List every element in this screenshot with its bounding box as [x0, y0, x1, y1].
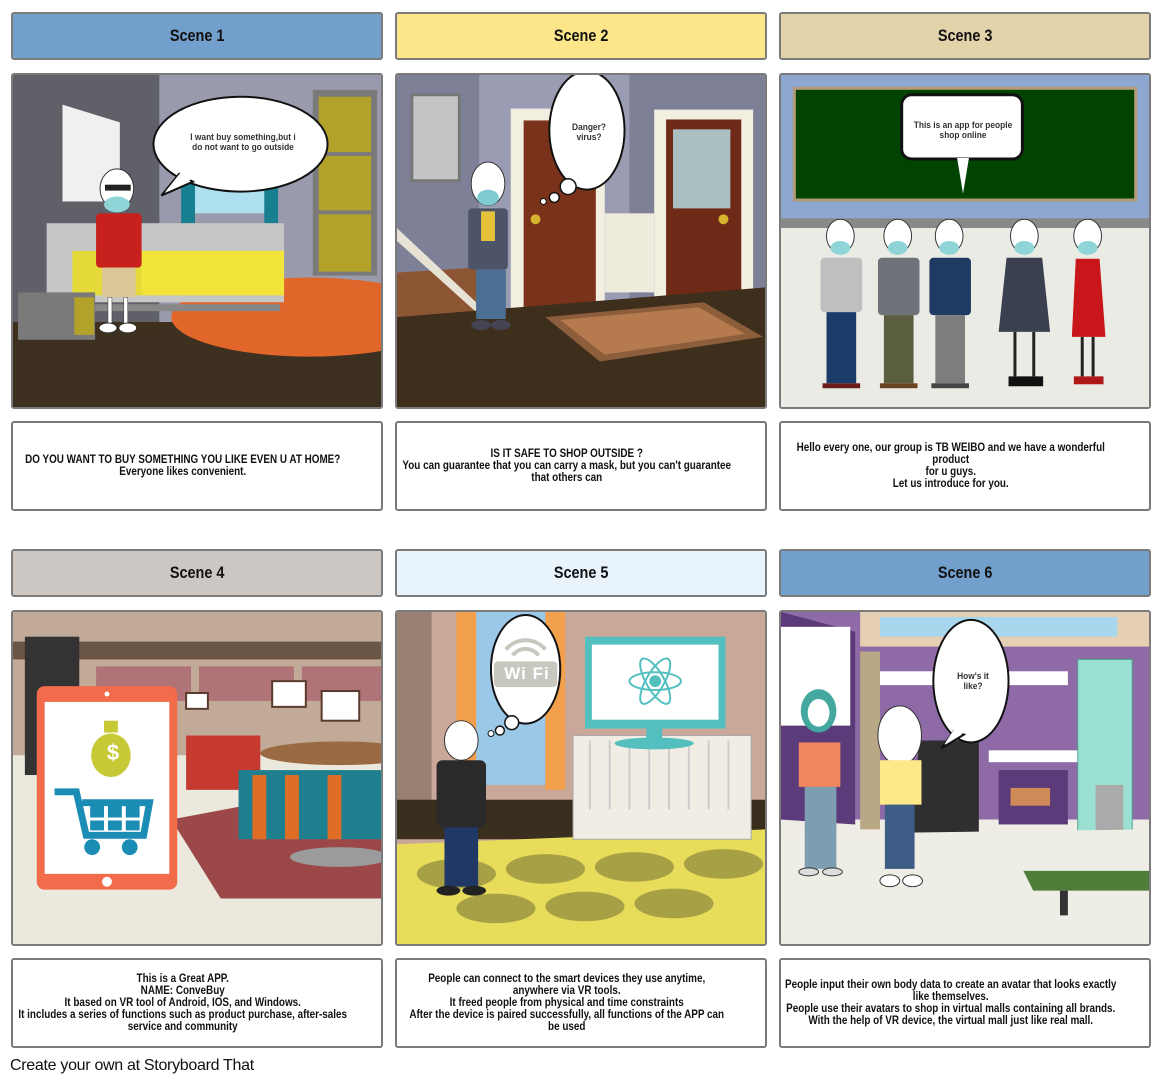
scene-6-title: Scene 6 [937, 563, 993, 582]
scene-5-caption: People can connect to the smart devices … [408, 973, 724, 1033]
wifi-label: Wi Fi [504, 664, 550, 683]
scene-3-caption: Hello every one, our group is TB WEIBO a… [796, 442, 1105, 490]
scene-2-caption-box: IS IT SAFE TO SHOP OUTSIDE ? You can gua… [395, 421, 767, 511]
scene-3-speech-text: This is an app for people shop online [913, 120, 1013, 141]
dollar-sign: $ [106, 740, 120, 765]
scene-6-speech-text: How's it like? [957, 671, 989, 692]
scene-5-header: Scene 5 [395, 549, 767, 597]
scene-3-title: Scene 3 [937, 26, 993, 45]
scene-5-image: Wi Fi [395, 610, 767, 946]
tablet-shopping-app [36, 686, 178, 890]
scene-1-image: I want buy something,but i do not want t… [11, 73, 383, 409]
scene-4-caption: This is a Great APP. NAME: ConveBuy It b… [17, 973, 347, 1033]
scene-5-caption-box: People can connect to the smart devices … [395, 958, 767, 1048]
scene-6-caption: People input their own body data to crea… [784, 979, 1116, 1027]
scene-1-title: Scene 1 [169, 26, 225, 45]
scene-6-header: Scene 6 [779, 549, 1151, 597]
scene-5-title: Scene 5 [553, 563, 609, 582]
scene-1-header: Scene 1 [11, 12, 383, 60]
scene-6-image: How's it like? [779, 610, 1151, 946]
scene-2-image: Danger? virus? [395, 73, 767, 409]
storyboard-that-link[interactable]: Create your own at Storyboard That [10, 1057, 254, 1075]
scene-4-title: Scene 4 [169, 563, 225, 582]
scene-1-caption: DO YOU WANT TO BUY SOMETHING YOU LIKE EV… [24, 454, 340, 478]
scene-2-title: Scene 2 [553, 26, 609, 45]
scene-1-caption-box: DO YOU WANT TO BUY SOMETHING YOU LIKE EV… [11, 421, 383, 511]
scene-3-caption-box: Hello every one, our group is TB WEIBO a… [779, 421, 1151, 511]
scene-6-caption-box: People input their own body data to crea… [779, 958, 1151, 1048]
scene-4-image: $ [11, 610, 383, 946]
scene-2-caption: IS IT SAFE TO SHOP OUTSIDE ? You can gua… [401, 448, 731, 484]
scene-1-speech-text: I want buy something,but i do not want t… [190, 132, 296, 153]
scene-4-header: Scene 4 [11, 549, 383, 597]
scene-3-header: Scene 3 [779, 12, 1151, 60]
scene-3-image: This is an app for people shop online [779, 73, 1151, 409]
scene-2-thought-text: Danger? virus? [572, 122, 606, 143]
scene-2-header: Scene 2 [395, 12, 767, 60]
scene-4-caption-box: This is a Great APP. NAME: ConveBuy It b… [11, 958, 383, 1048]
